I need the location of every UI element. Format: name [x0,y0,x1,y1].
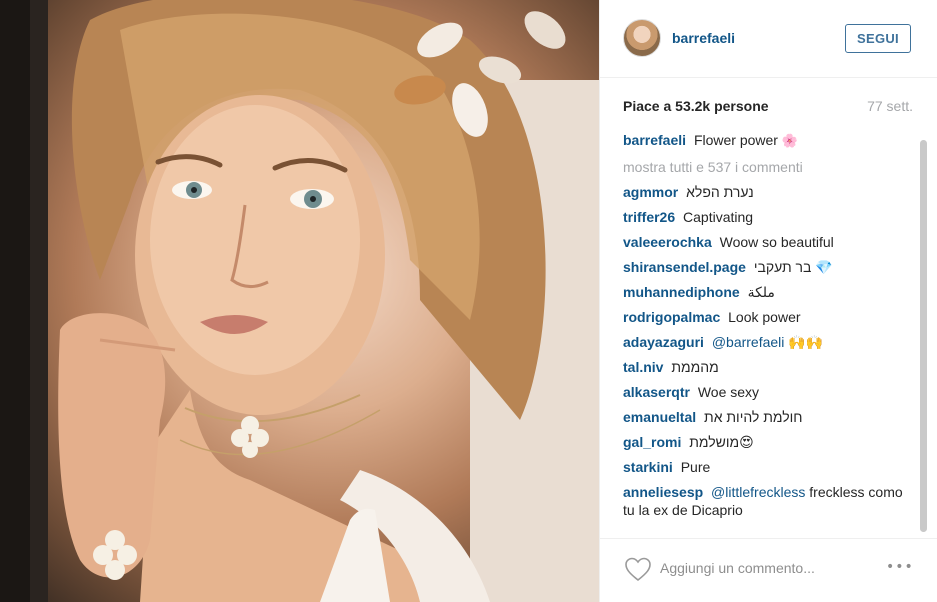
comment-text: ملكة [747,284,775,300]
comment-item: shiransendel.page בר תעקבי 💎 [623,258,913,276]
flower-emoji: 🌸 [781,134,799,149]
comment-item: muhannediphone ملكة [623,283,913,301]
comment-item: gal_romi מושלמת😍 [623,433,913,451]
comment-user[interactable]: alkaserqtr [623,384,690,400]
comment-text: מהממת [671,359,719,375]
comment-user[interactable]: gal_romi [623,434,681,450]
comment-text: Pure [680,459,711,475]
ellipsis-icon[interactable]: ••• [886,559,914,575]
heart-outline-icon[interactable] [624,556,652,582]
comment-item: tal.niv מהממת [623,358,913,376]
comment-text: Woe sexy [697,384,760,400]
portrait-illustration [0,0,599,602]
comment-user[interactable]: rodrigopalmac [623,309,720,325]
caption: barrefaeli Flower power 🌸 [623,131,913,151]
comment-item: rodrigopalmac Look power [623,308,913,326]
comment-user[interactable]: anneliesesp [623,484,703,500]
post-photo[interactable] [0,0,599,602]
comment-user[interactable]: starkini [623,459,673,475]
add-comment-input[interactable] [660,555,870,581]
comment-text: Woow so beautiful [719,234,834,250]
comment-user[interactable]: muhannediphone [623,284,740,300]
caption-author[interactable]: barrefaeli [623,132,686,148]
comment-item: agmmor נערת הפלא [623,183,913,201]
comment-user[interactable]: valeeerochka [623,234,712,250]
comment-item: anneliesesp @littlefreckless freckless c… [623,483,913,519]
comment-item: triffer26 Captivating [623,208,913,226]
comment-user[interactable]: adayazaguri [623,334,704,350]
scrollbar-thumb[interactable] [920,140,927,532]
view-all-comments-link[interactable]: mostra tutti e 537 i commenti [623,158,913,176]
comment-user[interactable]: shiransendel.page [623,259,746,275]
comment-item: alkaserqtr Woe sexy [623,383,913,401]
comment-text: בר תעקבי 💎 [753,259,833,275]
comment-mention[interactable]: @barrefaeli [712,334,785,350]
post-sidebar: barrefaeli SEGUI Piace a 53.2k persone 7… [599,0,937,602]
comment-text: נערת הפלא [686,184,754,200]
comment-text: חולמת להיות את [704,409,803,425]
comment-text: Captivating [683,209,754,225]
necklace-pendant [231,416,269,458]
caption-text: Flower power [693,132,778,148]
comment-footer: ••• [600,538,937,602]
comment-item: starkini Pure [623,458,913,476]
comment-item: valeeerochka Woow so beautiful [623,233,913,251]
comment-user[interactable]: tal.niv [623,359,663,375]
post-age[interactable]: 77 sett. [867,98,913,114]
comment-text: Look power [728,309,801,325]
comment-user[interactable]: emanueltal [623,409,696,425]
post-header: barrefaeli SEGUI [600,0,937,78]
follow-button[interactable]: SEGUI [845,24,911,53]
comments-scrollbar[interactable] [920,140,927,532]
comment-mention[interactable]: @littlefreckless [711,484,805,500]
comment-text: מושלמת😍 [689,434,754,450]
comment-user[interactable]: agmmor [623,184,678,200]
comment-text: @barrefaeli 🙌🙌 [711,334,824,350]
post-stats: Piace a 53.2k persone 77 sett. [623,98,913,116]
likes-count[interactable]: Piace a 53.2k persone [623,98,769,114]
comments-list[interactable]: barrefaeli Flower power 🌸 mostra tutti e… [623,131,913,533]
comment-item: emanueltal חולמת להיות את [623,408,913,426]
author-username[interactable]: barrefaeli [672,30,735,46]
comment-user[interactable]: triffer26 [623,209,675,225]
avatar[interactable] [623,19,661,57]
comment-item: adayazaguri @barrefaeli 🙌🙌 [623,333,913,351]
